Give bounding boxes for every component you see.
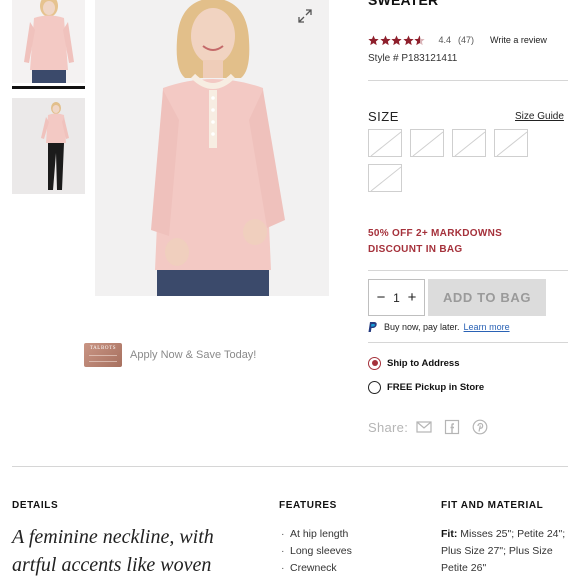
feature-text: Long sleeves bbox=[290, 545, 352, 557]
paypal-text: Buy now, pay later. bbox=[384, 322, 460, 332]
email-icon[interactable] bbox=[416, 419, 432, 435]
details-heading: DETAILS bbox=[12, 500, 59, 511]
features-heading: FEATURES bbox=[279, 500, 337, 511]
quantity-value: 1 bbox=[393, 290, 400, 305]
divider bbox=[368, 270, 568, 271]
share-row: Share: bbox=[368, 418, 500, 436]
feature-text: Crewneck bbox=[290, 562, 337, 574]
facebook-icon[interactable] bbox=[444, 419, 460, 435]
thumbnail-front[interactable] bbox=[12, 0, 85, 83]
star-rating bbox=[368, 34, 426, 46]
details-description: A feminine neckline, with artful accents… bbox=[12, 526, 214, 576]
main-product-image[interactable] bbox=[95, 0, 329, 296]
star-icon bbox=[368, 34, 379, 45]
size-option-unavailable[interactable] bbox=[410, 129, 444, 157]
paypal-icon bbox=[368, 321, 377, 332]
unavailable-slash-icon bbox=[454, 131, 486, 157]
fit-material-heading: FIT AND MATERIAL bbox=[441, 500, 544, 511]
radio-selected[interactable] bbox=[368, 356, 381, 370]
learn-more-link[interactable]: Learn more bbox=[464, 322, 510, 332]
feature-item: · Long sleeves bbox=[281, 543, 352, 560]
expand-icon bbox=[298, 9, 312, 23]
pinterest-icon[interactable] bbox=[472, 419, 488, 435]
rating-row: 4.4 (47) Write a review bbox=[368, 33, 547, 47]
thumbnail-full-length[interactable] bbox=[12, 98, 85, 194]
feature-item: · At hip length bbox=[281, 526, 352, 543]
thumbnail-front-image bbox=[12, 0, 85, 83]
fit-value: Misses 25"; Petite 24"; Plus Size 27"; P… bbox=[441, 528, 566, 574]
unavailable-slash-icon bbox=[412, 131, 444, 157]
star-icon bbox=[379, 34, 391, 45]
credit-card-icon: TALBOTS bbox=[84, 343, 122, 367]
divider bbox=[368, 80, 568, 81]
add-to-bag-button[interactable]: ADD TO BAG bbox=[428, 279, 546, 316]
thumbnail-full-length-image bbox=[12, 98, 85, 194]
model-photo bbox=[95, 0, 329, 296]
radio-unselected[interactable] bbox=[368, 380, 381, 394]
size-guide-link[interactable]: Size Guide bbox=[515, 111, 564, 122]
size-option-unavailable[interactable] bbox=[494, 129, 528, 157]
fit-label: Fit: bbox=[441, 528, 458, 540]
expand-image-button[interactable] bbox=[295, 6, 315, 26]
features-list: · At hip length · Long sleeves · Crewneck bbox=[281, 526, 352, 577]
section-divider bbox=[12, 466, 568, 467]
unavailable-slash-icon bbox=[370, 131, 402, 157]
credit-card-promo[interactable]: TALBOTS Apply Now & Save Today! bbox=[84, 343, 256, 367]
quantity-stepper[interactable]: − 1 + bbox=[368, 279, 425, 316]
increase-quantity-button[interactable]: + bbox=[406, 289, 418, 306]
paypal-row: Buy now, pay later. Learn more bbox=[368, 321, 510, 333]
size-option-unavailable[interactable] bbox=[368, 164, 402, 192]
unavailable-slash-icon bbox=[496, 131, 528, 157]
review-count[interactable]: (47) bbox=[458, 35, 474, 45]
star-icon bbox=[402, 34, 414, 45]
product-title: SWEATER bbox=[368, 0, 439, 8]
rating-value: 4.4 bbox=[438, 35, 452, 45]
size-label: SIZE bbox=[368, 109, 399, 124]
feature-text: At hip length bbox=[290, 528, 349, 540]
divider bbox=[368, 342, 568, 343]
apply-now-text: Apply Now & Save Today! bbox=[130, 349, 257, 361]
star-icon bbox=[391, 34, 402, 45]
half-star-icon bbox=[414, 34, 425, 45]
promo-line-1: 50% OFF 2+ MARKDOWNS bbox=[368, 228, 503, 239]
size-option-unavailable[interactable] bbox=[368, 129, 402, 157]
size-option-unavailable[interactable] bbox=[452, 129, 486, 157]
unavailable-slash-icon bbox=[370, 166, 402, 192]
ship-to-address-label: Ship to Address bbox=[387, 357, 460, 369]
promo-line-2: DISCOUNT IN BAG bbox=[368, 244, 463, 255]
markdown-promo: 50% OFF 2+ MARKDOWNS DISCOUNT IN BAG bbox=[368, 226, 502, 258]
write-review-link[interactable]: Write a review bbox=[490, 35, 547, 45]
card-brand-text: TALBOTS bbox=[89, 346, 117, 351]
thumbnail-active-indicator bbox=[12, 86, 85, 89]
pickup-in-store-option[interactable]: FREE Pickup in Store bbox=[368, 380, 484, 394]
feature-item: · Crewneck bbox=[281, 560, 352, 577]
ship-to-address-option[interactable]: Ship to Address bbox=[368, 356, 460, 370]
pickup-in-store-label: FREE Pickup in Store bbox=[387, 381, 485, 393]
style-number: Style # P183121411 bbox=[368, 53, 458, 64]
decrease-quantity-button[interactable]: − bbox=[375, 289, 387, 306]
fit-material-text: Fit: Misses 25"; Petite 24"; Plus Size 2… bbox=[441, 526, 571, 577]
share-label: Share: bbox=[368, 419, 409, 435]
